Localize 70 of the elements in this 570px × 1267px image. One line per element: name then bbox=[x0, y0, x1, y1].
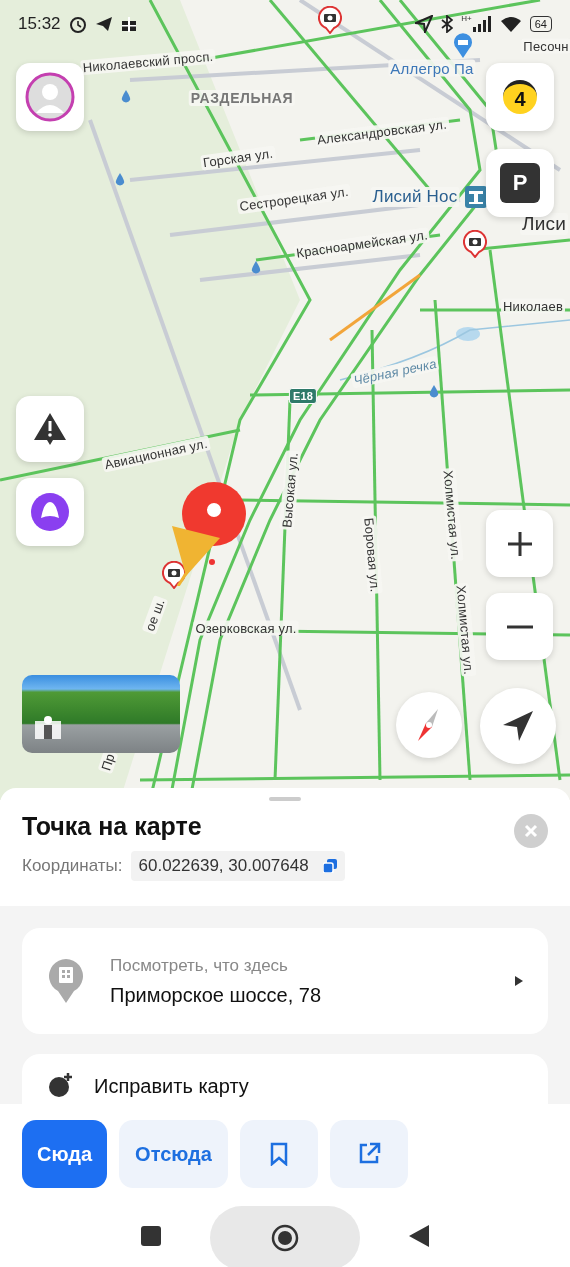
map-pin-plus-icon bbox=[48, 1072, 74, 1098]
water-drop-icon bbox=[115, 173, 125, 187]
voice-assistant-icon bbox=[30, 492, 70, 532]
parking-button[interactable]: P bbox=[486, 149, 554, 217]
bookmark-button[interactable] bbox=[239, 1120, 318, 1188]
building-pin-icon bbox=[48, 959, 84, 1003]
recent-apps-icon bbox=[140, 1225, 162, 1247]
send-plane-icon bbox=[94, 16, 113, 32]
profile-icon bbox=[24, 71, 76, 123]
back-icon bbox=[408, 1224, 430, 1248]
speed-camera-icon bbox=[162, 561, 186, 589]
address-text: Приморское шоссе, 78 bbox=[110, 983, 323, 1007]
voice-assistant-button[interactable] bbox=[16, 478, 84, 546]
alarm-icon bbox=[68, 15, 87, 33]
what-is-here-card[interactable]: Посмотреть, что здесь Приморское шоссе, 78 bbox=[22, 928, 548, 1034]
place-title: Точка на карте bbox=[22, 812, 203, 841]
home-icon bbox=[270, 1222, 300, 1253]
water-drop-icon bbox=[251, 261, 261, 275]
bookmark-icon bbox=[268, 1142, 289, 1166]
hotel-pin-icon bbox=[453, 32, 473, 58]
fix-map-card[interactable]: Исправить карту bbox=[22, 1054, 548, 1104]
close-icon bbox=[524, 824, 538, 838]
water-drop-icon bbox=[429, 385, 439, 399]
location-arrow-icon bbox=[415, 15, 434, 33]
copy-icon[interactable] bbox=[322, 859, 337, 873]
map-label: РАЗДЕЛЬНАЯ bbox=[188, 90, 296, 106]
map-label: Холмистая ул. bbox=[440, 467, 464, 563]
map-label: Аллегро Па bbox=[388, 59, 476, 77]
fix-map-text: Исправить карту bbox=[94, 1075, 249, 1098]
chevron-right-icon bbox=[514, 975, 524, 987]
zoom-out-icon bbox=[506, 624, 533, 629]
hint-text: Посмотреть, что здесь bbox=[110, 955, 289, 976]
coordinates-label: Координаты: bbox=[22, 856, 123, 876]
gift-icon bbox=[120, 16, 137, 32]
map-label: Песочн bbox=[521, 38, 570, 54]
traffic-score: 4 bbox=[503, 80, 537, 114]
location-dot-icon bbox=[208, 558, 216, 566]
map-label: Озерковская ул. bbox=[193, 620, 299, 636]
signal-icon bbox=[471, 16, 492, 32]
map-label: Высокая ул. bbox=[279, 449, 301, 531]
sheet-handle[interactable] bbox=[269, 797, 301, 801]
coordinates-value[interactable]: 60.022639, 30.007648 bbox=[130, 851, 345, 881]
street-view-thumbnail[interactable] bbox=[22, 675, 180, 753]
train-station-icon bbox=[465, 186, 487, 208]
parking-sign: P bbox=[500, 163, 540, 203]
water-drop-icon bbox=[121, 90, 131, 104]
bluetooth-icon bbox=[441, 15, 454, 33]
map-label: Николаев bbox=[501, 298, 565, 314]
road-alert-button[interactable] bbox=[16, 396, 84, 462]
map-label: Александровская ул. bbox=[314, 116, 450, 148]
clock-time: 15:32 bbox=[18, 14, 61, 34]
zoom-out-button[interactable] bbox=[486, 593, 553, 660]
speed-camera-icon bbox=[318, 6, 342, 34]
my-location-button[interactable] bbox=[480, 688, 556, 764]
road-number-sign: E18 bbox=[288, 388, 318, 404]
map-label: Лисий Нос bbox=[370, 187, 460, 207]
share-button[interactable] bbox=[329, 1120, 408, 1188]
traffic-score-button[interactable]: 4 bbox=[486, 63, 554, 131]
route-from-button[interactable]: Отсюда bbox=[119, 1120, 228, 1188]
map-label: Холмистая ул. bbox=[453, 582, 477, 678]
network-type: H+ bbox=[461, 13, 472, 23]
profile-button[interactable] bbox=[16, 63, 84, 131]
speed-camera-icon bbox=[463, 230, 487, 258]
map-label: Боровая ул. bbox=[361, 515, 383, 595]
road-alert-icon bbox=[33, 412, 67, 446]
battery-level: 64 bbox=[529, 16, 552, 32]
my-location-icon bbox=[501, 709, 535, 743]
route-to-button[interactable]: Сюда bbox=[22, 1120, 108, 1188]
zoom-in-button[interactable] bbox=[486, 510, 553, 577]
wifi-icon bbox=[499, 16, 522, 32]
